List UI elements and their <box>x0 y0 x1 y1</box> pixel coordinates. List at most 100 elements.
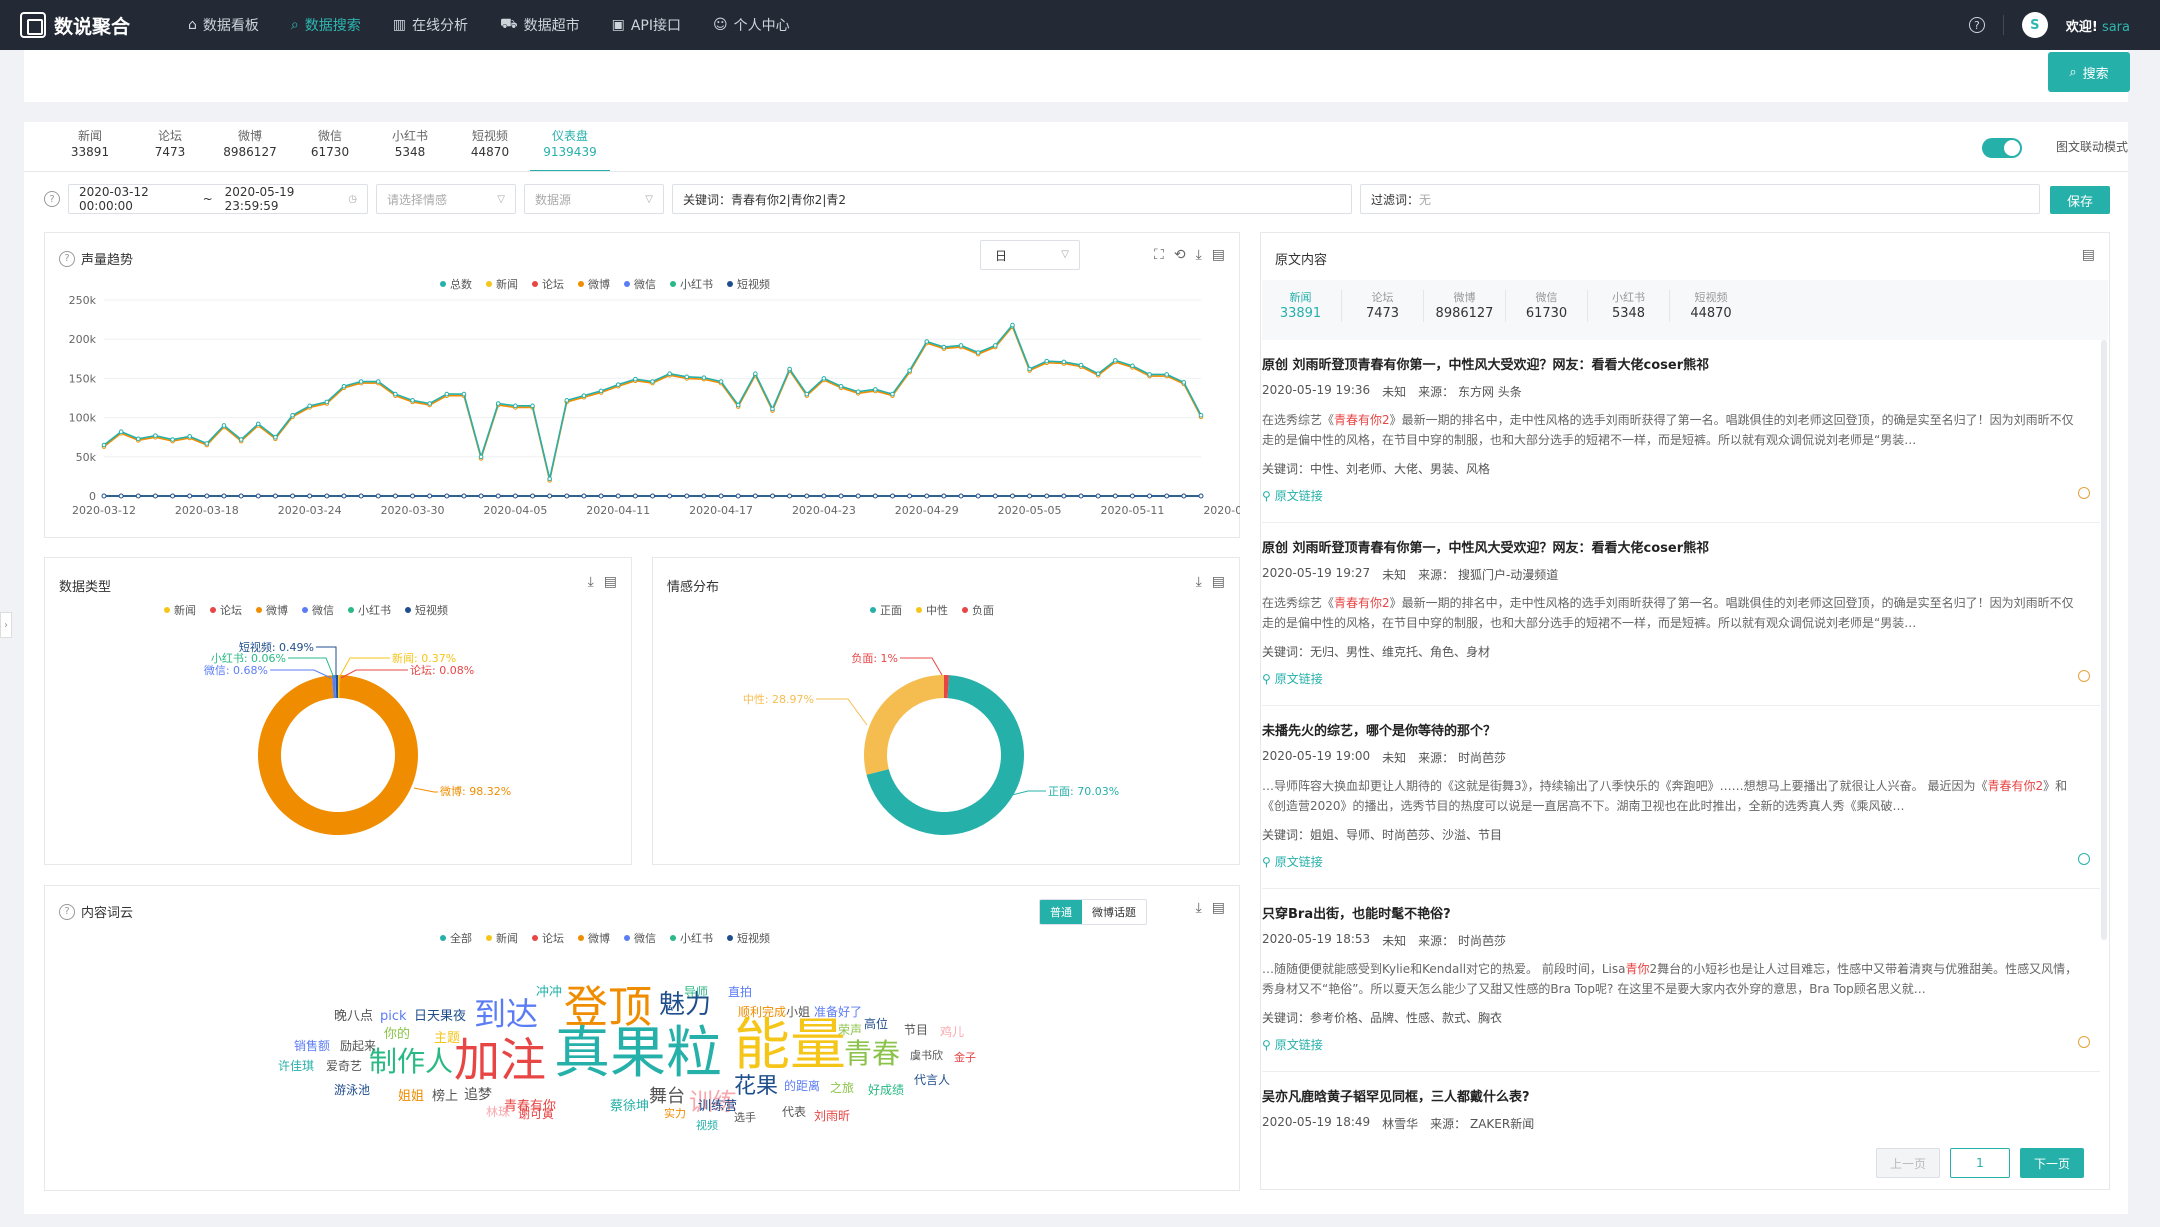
save-button[interactable]: 保存 <box>2050 186 2110 214</box>
data-point[interactable] <box>375 379 381 384</box>
data-point[interactable] <box>667 493 673 499</box>
data-point[interactable] <box>461 391 467 397</box>
source-tab-video[interactable]: 短视频 44870 <box>450 128 530 172</box>
cloud-word[interactable]: pick <box>380 1010 407 1023</box>
next-page-button[interactable]: 下一页 <box>2020 1148 2084 1178</box>
data-point[interactable] <box>855 389 861 395</box>
cloud-word[interactable]: 许佳琪 <box>278 1060 314 1072</box>
data-point[interactable] <box>650 493 655 499</box>
cloud-word[interactable]: 代言人 <box>914 1074 950 1086</box>
data-point[interactable] <box>1181 493 1187 499</box>
data-point[interactable] <box>1027 366 1032 372</box>
cloud-word[interactable]: 鸡儿 <box>940 1026 964 1038</box>
tab-weibo-topic[interactable]: 微博话题 <box>1082 900 1146 924</box>
cloud-word[interactable]: 荣声 <box>838 1024 862 1036</box>
sentiment-select[interactable]: 请选择情感 ▽ <box>376 184 516 214</box>
data-point[interactable] <box>478 454 484 460</box>
cloud-word[interactable]: 你的 <box>384 1028 410 1041</box>
data-point[interactable] <box>1164 372 1170 377</box>
pie-slice[interactable] <box>258 675 418 835</box>
nav-item-api[interactable]: ▣ API接口 <box>612 15 681 35</box>
data-point[interactable] <box>495 493 501 499</box>
data-point[interactable] <box>153 433 158 438</box>
data-point[interactable] <box>735 493 741 499</box>
nav-item-search[interactable]: ⌕ 数据搜索 <box>291 15 361 35</box>
linkage-toggle[interactable] <box>1982 138 2022 158</box>
data-point[interactable] <box>838 383 844 389</box>
data-point[interactable] <box>598 388 604 394</box>
data-point[interactable] <box>718 493 724 499</box>
cloud-word[interactable]: 虞书欣 <box>910 1050 943 1061</box>
cloud-word[interactable]: 代表 <box>782 1106 806 1118</box>
keyword-input[interactable]: 关键词：青春有你2|青你2|青2 <box>672 184 1352 214</box>
legend-item[interactable]: 负面 <box>962 602 994 618</box>
help-icon[interactable]: ? <box>1968 17 1985 33</box>
cloud-word[interactable]: 好成绩 <box>868 1084 904 1096</box>
data-point[interactable] <box>1009 493 1015 499</box>
download-icon[interactable]: ⤓ <box>1196 247 1202 263</box>
document-icon[interactable]: ▤ <box>2082 247 2095 263</box>
legend-item[interactable]: 微博 <box>256 602 288 618</box>
cloud-word[interactable]: 林珠 <box>486 1106 510 1118</box>
cloud-word[interactable]: 追梦 <box>464 1088 492 1102</box>
legend-item[interactable]: 新闻 <box>164 602 196 618</box>
data-point[interactable] <box>238 437 244 442</box>
data-point[interactable] <box>1010 322 1015 328</box>
cloud-word[interactable]: 蔡徐坤 <box>610 1100 649 1113</box>
cloud-word[interactable]: 花果 <box>734 1076 778 1098</box>
original-link[interactable]: ⚲ 原文链接 <box>1262 670 2100 687</box>
download-icon[interactable]: ⤓ <box>1196 900 1202 916</box>
data-point[interactable] <box>907 368 912 373</box>
data-point[interactable] <box>530 493 536 499</box>
tab-normal[interactable]: 普通 <box>1040 900 1082 924</box>
scrollbar[interactable] <box>2101 340 2107 940</box>
legend-item[interactable]: 全部 <box>440 930 472 946</box>
source-tab-xhs[interactable]: 小红书 5348 <box>370 128 450 172</box>
data-point[interactable] <box>512 493 518 499</box>
data-point[interactable] <box>101 442 107 448</box>
question-icon[interactable]: ? <box>59 903 75 920</box>
data-point[interactable] <box>152 493 158 499</box>
data-point[interactable] <box>393 391 398 397</box>
data-point[interactable] <box>187 434 193 439</box>
source-tab-forum[interactable]: 论坛 7473 <box>130 128 210 172</box>
data-point[interactable] <box>307 403 312 409</box>
cloud-word[interactable]: 到达 <box>474 998 538 1030</box>
data-point[interactable] <box>581 493 587 499</box>
cloud-word[interactable]: 节目 <box>904 1024 928 1036</box>
legend-item[interactable]: 中性 <box>916 602 948 618</box>
cloud-word[interactable]: 青春 <box>844 1040 900 1068</box>
legend-item[interactable]: 短视频 <box>727 930 770 946</box>
data-point[interactable] <box>804 391 810 397</box>
cloud-word[interactable]: 训练营 <box>698 1100 737 1113</box>
source-tab-dashboard[interactable]: 仪表盘 9139439 <box>530 128 610 172</box>
content-tab-video[interactable]: 短视频 44870 <box>1670 290 1752 322</box>
data-point[interactable] <box>547 476 552 482</box>
data-point[interactable] <box>701 375 707 380</box>
data-point[interactable] <box>873 387 878 392</box>
data-point[interactable] <box>427 401 432 406</box>
data-point[interactable] <box>804 493 810 499</box>
data-point[interactable] <box>1181 380 1187 385</box>
data-point[interactable] <box>770 406 775 412</box>
data-point[interactable] <box>1061 359 1067 365</box>
content-tab-forum[interactable]: 论坛 7473 <box>1342 290 1424 322</box>
data-point[interactable] <box>118 493 124 499</box>
data-point[interactable] <box>221 493 227 499</box>
data-point[interactable] <box>787 493 793 499</box>
data-point[interactable] <box>290 493 296 499</box>
data-point[interactable] <box>1078 493 1084 499</box>
cloud-word[interactable]: 之旅 <box>830 1082 854 1094</box>
cloud-word[interactable]: 登顶 <box>564 986 652 1030</box>
zoom-icon[interactable]: ⛶ <box>1154 247 1164 263</box>
cloud-word[interactable]: 舞台 <box>649 1088 685 1106</box>
cloud-word[interactable]: 制作人 <box>369 1048 453 1076</box>
data-point[interactable] <box>564 398 570 403</box>
data-point[interactable] <box>667 371 672 376</box>
source-tab-wechat[interactable]: 微信 61730 <box>290 128 370 172</box>
avatar[interactable]: S <box>2021 12 2048 38</box>
data-point[interactable] <box>958 493 964 499</box>
data-point[interactable] <box>821 376 827 381</box>
data-point[interactable] <box>718 379 724 384</box>
data-point[interactable] <box>204 441 210 446</box>
